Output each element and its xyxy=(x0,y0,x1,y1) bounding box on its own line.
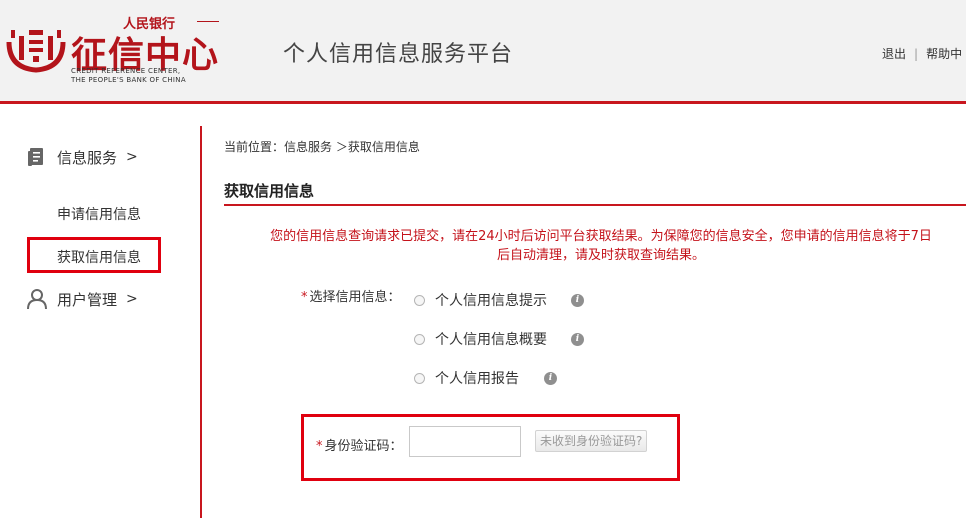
logo-english-line1: CREDIT REFERENCE CENTER, xyxy=(71,67,181,75)
sidebar-divider xyxy=(200,126,202,518)
option-credit-info-hint[interactable]: 个人信用信息提示 i xyxy=(414,290,584,310)
page-title: 获取信用信息 xyxy=(224,182,315,200)
document-icon xyxy=(28,148,43,166)
sidebar-group-user-management[interactable]: 用户管理 > xyxy=(26,288,138,310)
link-separator: | xyxy=(914,47,919,61)
sidebar-group-label: 信息服务 xyxy=(57,148,118,167)
logo-english-line2: THE PEOPLE'S BANK OF CHINA xyxy=(71,76,186,84)
info-icon[interactable]: i xyxy=(571,293,584,307)
logo-divider xyxy=(197,21,219,22)
chevron-right-icon: > xyxy=(126,149,138,165)
option-label: 个人信用信息提示 xyxy=(435,293,547,309)
notice-line-2: 后自动清理，请及时获取查询结果。 xyxy=(496,248,705,263)
seal-icon xyxy=(6,30,66,73)
code-label-text: 身份验证码： xyxy=(324,439,403,454)
credit-center-logo: 人民银行 征信中心 CREDIT REFERENCE CENTER, THE P… xyxy=(5,10,225,90)
code-not-received-button[interactable]: 未收到身份验证码? xyxy=(535,430,648,452)
select-label-text: 选择信用信息： xyxy=(309,290,401,305)
option-label: 个人信用信息概要 xyxy=(435,332,547,348)
radio-button[interactable] xyxy=(414,333,425,345)
required-mark: * xyxy=(316,439,323,454)
chevron-right-icon: > xyxy=(126,291,138,307)
info-icon[interactable]: i xyxy=(544,371,557,385)
help-link[interactable]: 帮助中 xyxy=(926,47,962,61)
info-icon[interactable]: i xyxy=(571,332,584,346)
logo-english-name: CREDIT REFERENCE CENTER, THE PEOPLE'S BA… xyxy=(71,67,186,85)
sidebar-group-label: 用户管理 xyxy=(57,290,118,309)
submission-notice: 您的信用信息查询请求已提交，请在24小时后访问平台获取结果。为保障您的信息安全，… xyxy=(236,227,966,265)
user-icon xyxy=(27,289,47,310)
sidebar-group-info-service[interactable]: 信息服务 > xyxy=(26,146,138,168)
logout-link[interactable]: 退出 xyxy=(882,47,906,61)
verification-code-label: * 身份验证码： xyxy=(316,435,403,454)
radio-button[interactable] xyxy=(414,372,425,384)
option-credit-report[interactable]: 个人信用报告 i xyxy=(414,368,557,388)
header: 人民银行 征信中心 CREDIT REFERENCE CENTER, THE P… xyxy=(0,0,966,104)
verification-code-input[interactable] xyxy=(409,426,521,457)
header-links: 退出 | 帮助中 xyxy=(882,45,962,62)
notice-line-1: 您的信用信息查询请求已提交，请在24小时后访问平台获取结果。为保障您的信息安全，… xyxy=(270,229,932,244)
sidebar-item-get-credit-info[interactable]: 获取信用信息 xyxy=(57,247,141,267)
required-mark: * xyxy=(301,290,308,305)
breadcrumb: 当前位置：信息服务 ＞获取信用信息 xyxy=(224,140,420,154)
sidebar-item-apply-credit-info[interactable]: 申请信用信息 xyxy=(57,204,141,224)
platform-title: 个人信用信息服务平台 xyxy=(283,42,514,67)
radio-button[interactable] xyxy=(414,294,425,306)
option-label: 个人信用报告 xyxy=(435,371,519,387)
select-credit-info-label: * 选择信用信息： xyxy=(301,286,401,305)
title-rule xyxy=(224,204,966,206)
option-credit-info-summary[interactable]: 个人信用信息概要 i xyxy=(414,329,584,349)
